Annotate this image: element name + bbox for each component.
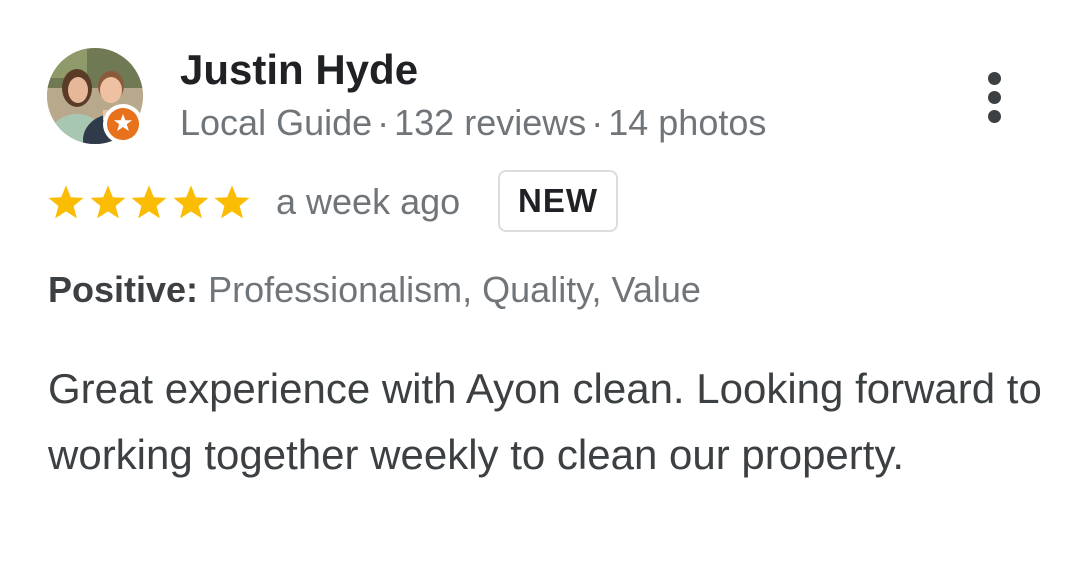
star-icon	[129, 184, 169, 222]
star-icon	[88, 184, 128, 222]
attributes-label: Positive:	[48, 269, 199, 310]
review-attributes: Positive: Professionalism, Quality, Valu…	[48, 265, 701, 315]
star-rating	[46, 184, 256, 222]
rating-row: a week ago NEW	[46, 170, 746, 234]
star-icon	[212, 184, 252, 222]
new-badge: NEW	[498, 170, 618, 232]
star-icon	[171, 184, 211, 222]
star-icon	[46, 184, 86, 222]
review-card: Justin Hyde Local Guide · 132 reviews · 14 p…	[0, 0, 1079, 582]
reviewer-name[interactable]: Justin Hyde	[180, 44, 418, 96]
local-guide-star-icon	[114, 114, 132, 131]
reviewer-review-count: 132 reviews	[394, 102, 587, 143]
review-time: a week ago	[276, 181, 461, 222]
meta-separator: ·	[377, 102, 390, 143]
reviewer-meta: Local Guide · 132 reviews · 14 photos	[180, 100, 766, 146]
review-text: Great experience with Ayon clean. Lookin…	[48, 365, 1042, 478]
more-options-button[interactable]	[970, 66, 1020, 128]
reviewer-photo-count: 14 photos	[608, 102, 767, 143]
reviewer-badge-label: Local Guide	[180, 102, 373, 143]
attributes-values: Professionalism, Quality, Value	[208, 269, 701, 310]
meta-separator: ·	[591, 102, 604, 143]
local-guide-badge	[103, 104, 143, 144]
